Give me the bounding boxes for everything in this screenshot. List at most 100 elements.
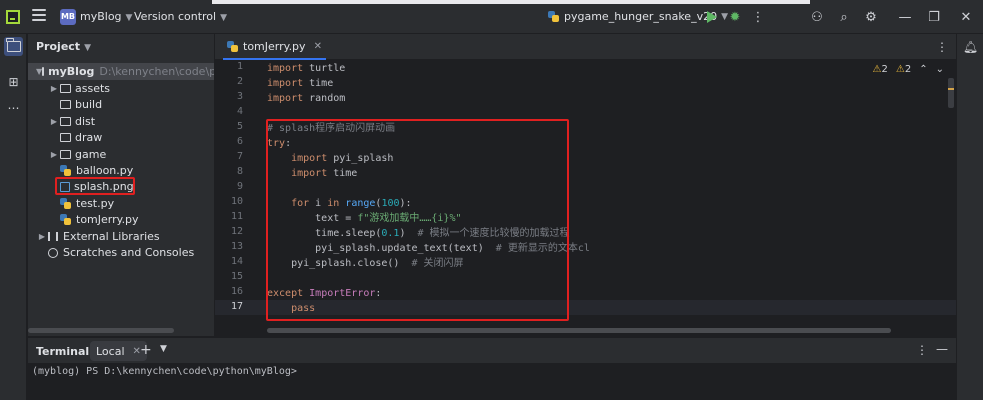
inspection-widget[interactable]: ⚠2 ⚠2 ⌃ ⌄	[873, 64, 944, 75]
debug-button[interactable]: ✹	[727, 9, 743, 25]
chevron-right-icon[interactable]: ▶	[48, 150, 60, 159]
tree-item-label: balloon.py	[76, 164, 134, 177]
restore-icon: ❐	[928, 9, 940, 25]
line-number: 5	[236, 121, 243, 132]
terminal-tab-local[interactable]: Local ✕	[90, 341, 147, 361]
tree-item[interactable]: ▶ game	[28, 146, 214, 163]
new-terminal-icon[interactable]: +	[140, 342, 152, 358]
run-button[interactable]	[704, 9, 720, 25]
terminal-header: Terminal Local ✕ + ▼ ⋮ —	[28, 337, 956, 363]
tree-item[interactable]: tomJerry.py	[28, 211, 214, 228]
line-number: 3	[236, 91, 243, 102]
python-file-icon	[227, 40, 238, 52]
editor-scroll-thumb[interactable]	[948, 78, 954, 108]
highlight-box-splash-file	[55, 177, 135, 195]
close-icon: ✕	[960, 9, 972, 25]
project-scrollbar[interactable]	[28, 328, 174, 333]
chevron-down-icon: ▼	[125, 13, 133, 23]
folder-icon	[6, 38, 21, 52]
editor-tab-bar: tomJerry.py ✕ ⋮	[215, 34, 956, 60]
project-badge[interactable]: MB	[60, 9, 76, 25]
chevron-right-icon[interactable]: ▶	[36, 232, 48, 241]
maximize-button[interactable]: ❐	[926, 9, 942, 25]
tree-item[interactable]: ▶ External Libraries	[28, 228, 214, 245]
tree-item[interactable]: Scratches and Consoles	[28, 244, 214, 261]
folder-icon	[60, 149, 71, 159]
vcs-label: Version control	[134, 10, 217, 23]
more-tools-button[interactable]: ⋯	[4, 98, 23, 117]
title-bar: MB myBlog ▼ Version control ▼ pygame_hunge…	[0, 0, 983, 34]
library-icon	[48, 231, 58, 241]
code-line[interactable]: import random	[267, 91, 345, 106]
chevron-up-icon[interactable]: ⌃	[919, 64, 927, 75]
close-window-button[interactable]: ✕	[958, 9, 974, 25]
editor-horizontal-scrollbar[interactable]	[267, 328, 891, 333]
project-panel-title: Project	[36, 40, 81, 53]
python-file-icon	[60, 165, 71, 176]
code-line[interactable]: import time	[267, 76, 333, 91]
left-tool-strip: ⊞ ⋯	[0, 34, 27, 400]
folder-icon	[60, 100, 71, 110]
line-number: 2	[236, 76, 243, 87]
tree-item-label: External Libraries	[63, 229, 160, 243]
vcs-widget[interactable]: Version control ▼	[134, 10, 227, 23]
tree-item-label: game	[75, 147, 107, 161]
line-number: 8	[236, 166, 243, 177]
line-number: 10	[230, 196, 243, 207]
run-config-selector[interactable]: pygame_hunger_snake_v20 ▼	[548, 10, 728, 23]
project-tool-button[interactable]	[4, 37, 23, 56]
warning-icon: ⚠	[872, 64, 882, 75]
add-user-button[interactable]: ⚇	[809, 9, 825, 25]
line-number: 1	[236, 61, 243, 72]
hide-panel-icon[interactable]: —	[936, 342, 948, 356]
tree-item-label: tomJerry.py	[76, 213, 139, 227]
terminal-options-icon[interactable]: ⋮	[916, 343, 928, 357]
chevron-right-icon[interactable]: ▶	[48, 117, 60, 126]
project-switcher[interactable]: myBlog ▼	[80, 10, 132, 23]
main-menu-icon[interactable]	[32, 9, 46, 23]
search-icon: ⌕	[840, 9, 848, 25]
more-actions-button[interactable]: ⋮	[750, 9, 766, 25]
gear-icon: ⚙	[865, 9, 877, 25]
user-icon: ⚇	[811, 9, 823, 25]
root-name: myBlog	[48, 65, 95, 78]
tree-item-label: assets	[75, 82, 111, 95]
folder-icon	[42, 67, 45, 76]
more-horizontal-icon: ⋯	[7, 100, 20, 115]
settings-button[interactable]: ⚙	[863, 9, 879, 25]
tree-item[interactable]: draw	[28, 129, 214, 146]
right-tool-strip: 🔔︎	[956, 34, 983, 400]
chevron-right-icon[interactable]: ▶	[48, 84, 60, 93]
warning-marker	[948, 88, 954, 90]
weak-warning-icon: ⚠	[895, 64, 905, 75]
close-icon[interactable]: ✕	[314, 41, 322, 52]
tree-root[interactable]: ▼ myBlog D:\kennychen\code\pytho	[28, 63, 214, 80]
terminal-tab-label: Local	[96, 344, 125, 358]
line-number: 6	[236, 136, 243, 147]
line-number: 17	[230, 301, 243, 312]
code-line[interactable]: import turtle	[267, 61, 345, 76]
tree-item[interactable]: test.py	[28, 195, 214, 212]
minimize-button[interactable]: —	[897, 9, 913, 25]
chevron-down-icon: ▼	[84, 43, 91, 53]
notifications-button[interactable]: 🔔︎	[961, 37, 980, 56]
minimize-icon: —	[898, 9, 912, 25]
chevron-down-icon[interactable]: ▼	[160, 344, 167, 354]
tree-item-label: Scratches and Consoles	[63, 246, 195, 259]
terminal-body[interactable]: (myblog) PS D:\kennychen\code\python\myB…	[28, 363, 956, 400]
tree-item[interactable]: ▶ assets	[28, 80, 214, 97]
more-vertical-icon: ⋮	[751, 9, 765, 25]
line-number: 12	[230, 226, 243, 237]
tab-options-icon[interactable]: ⋮	[936, 40, 948, 54]
search-button[interactable]: ⌕	[836, 9, 852, 25]
tree-item[interactable]: ▶ dist	[28, 113, 214, 130]
pycharm-logo-icon	[6, 10, 20, 24]
play-icon	[707, 11, 717, 23]
project-panel-header[interactable]: Project ▼	[36, 40, 91, 53]
chevron-down-icon[interactable]: ⌄	[936, 64, 944, 75]
tree-item-label: build	[75, 98, 103, 112]
tree-item[interactable]: build	[28, 96, 214, 113]
structure-tool-button[interactable]: ⊞	[4, 72, 23, 91]
chevron-down-icon: ▼	[220, 13, 227, 23]
tab-tomjerry[interactable]: tomJerry.py ✕	[223, 34, 326, 60]
